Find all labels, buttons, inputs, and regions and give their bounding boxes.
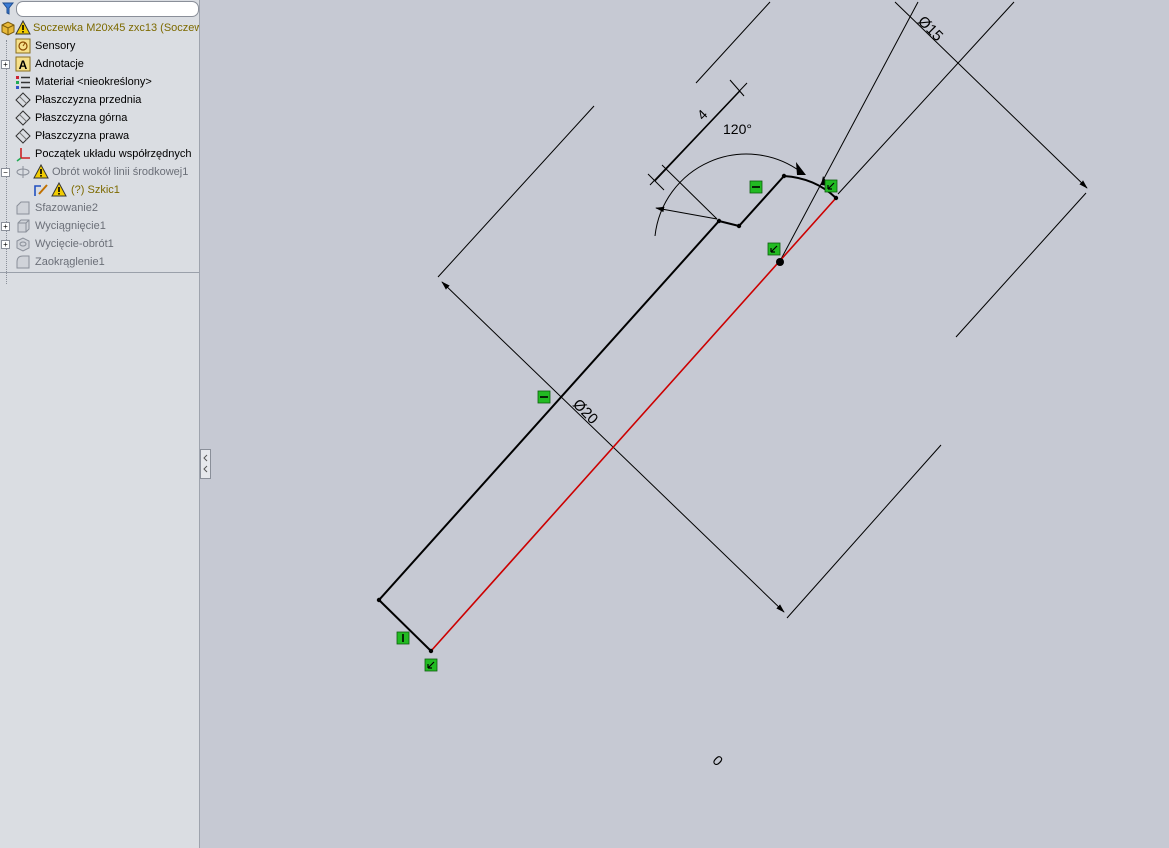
tree-item-label: Wyciągnięcie1 [35, 220, 106, 232]
tree-item-label: Wycięcie-obrót1 [35, 238, 114, 250]
sensor-icon [15, 38, 31, 54]
relation-icon[interactable] [396, 631, 410, 645]
dimension-line-4-tick [647, 173, 665, 191]
sketch-point[interactable] [781, 173, 787, 179]
feature-manager-panel: Soczewka M20x45 zxc13 (Soczew Sensory + … [0, 0, 200, 848]
warning-icon [15, 20, 31, 35]
tree-item-label: Sensory [35, 40, 76, 52]
tree-item-chamfer[interactable]: Sfazowanie2 [0, 199, 199, 217]
plane-icon [15, 110, 31, 126]
relation-icon[interactable] [749, 180, 763, 194]
tree-item-label: Obrót wokół linii środkowej1 [52, 166, 189, 178]
tree-item-plane-top[interactable]: Płaszczyzna górna [0, 109, 199, 127]
tree-item-revolve[interactable]: − Obrót wokół linii środkowej1 [0, 163, 199, 181]
sketch-point[interactable] [716, 218, 722, 224]
dimension-text-4[interactable]: 4 [694, 106, 711, 123]
expand-toggle[interactable]: + [1, 222, 10, 231]
tree-item-sketch[interactable]: (?) Szkic1 [0, 181, 199, 199]
tree-item-label: Sfazowanie2 [35, 202, 98, 214]
tree-item-adnotacje[interactable]: + A Adnotacje [0, 55, 199, 73]
tree-item-label: (?) Szkic1 [71, 184, 120, 196]
tree-item-origin[interactable]: Początek układu współrzędnych [0, 145, 199, 163]
relation-icon[interactable] [824, 179, 838, 193]
warning-icon [51, 182, 67, 197]
graphics-area[interactable]: 4 120° Ø15 Ø20 0 [201, 0, 1169, 848]
part-icon [1, 21, 15, 36]
filter-icon[interactable] [2, 2, 14, 15]
tree-item-label: Płaszczyzna górna [35, 112, 128, 124]
collapse-toggle[interactable]: − [1, 168, 10, 177]
feature-tree: Soczewka M20x45 zxc13 (Soczew Sensory + … [0, 19, 199, 284]
relation-icon[interactable] [767, 242, 781, 256]
tree-item-extrude[interactable]: + Wyciągnięcie1 [0, 217, 199, 235]
expand-toggle[interactable]: + [1, 240, 10, 249]
sketch-point[interactable] [736, 223, 742, 229]
extension-line [955, 192, 1087, 338]
tree-item-sensory[interactable]: Sensory [0, 37, 199, 55]
tree-root[interactable]: Soczewka M20x45 zxc13 (Soczew [0, 19, 199, 37]
plane-icon [15, 128, 31, 144]
extension-line [695, 1, 771, 84]
filter-bar [0, 0, 199, 17]
origin-icon [16, 148, 30, 162]
revolve-icon [16, 166, 30, 178]
revolve-cut-icon [16, 237, 30, 252]
tree-item-label: Adnotacje [35, 58, 84, 70]
fillet-icon [16, 255, 30, 269]
extension-line [437, 105, 595, 278]
tree-item-revolve-cut[interactable]: + Wycięcie-obrót1 [0, 235, 199, 253]
tree-item-label: Zaokrąglenie1 [35, 256, 105, 268]
sketch-point[interactable] [833, 195, 839, 201]
sketch-point-selected[interactable] [776, 258, 784, 266]
dimension-text-d15[interactable]: Ø15 [914, 13, 946, 45]
chamfer-icon [16, 201, 30, 215]
tree-item-label: Materiał <nieokreślony> [35, 76, 152, 88]
annotation-icon: A [15, 56, 31, 72]
sketch-icon [34, 184, 48, 196]
sketch-point[interactable] [376, 597, 382, 603]
sketch-point[interactable] [428, 648, 434, 654]
tree-item-plane-right[interactable]: Płaszczyzna prawa [0, 127, 199, 145]
expand-toggle[interactable]: + [1, 60, 10, 69]
extension-line [786, 444, 942, 619]
relation-icon[interactable] [424, 658, 438, 672]
warning-icon [33, 164, 49, 179]
plane-icon [15, 92, 31, 108]
angle-arrowhead [796, 162, 806, 175]
tree-root-label: Soczewka M20x45 zxc13 (Soczew [33, 22, 199, 34]
dimension-text-angle[interactable]: 120° [723, 121, 752, 137]
relation-icon[interactable] [537, 390, 551, 404]
tree-item-label: Płaszczyzna prawa [35, 130, 130, 142]
tree-item-material[interactable]: Materiał <nieokreślony> [0, 73, 199, 91]
svg-text:A: A [19, 58, 28, 72]
dimension-text-d20[interactable]: Ø20 [569, 396, 601, 428]
filter-input[interactable] [16, 1, 199, 17]
tree-item-plane-front[interactable]: Płaszczyzna przednia [0, 91, 199, 109]
extrude-icon [17, 219, 30, 233]
leader-line-d15 [779, 1, 919, 262]
material-icon [16, 76, 30, 89]
origin-label: 0 [710, 752, 727, 769]
tree-item-fillet[interactable]: Zaokrąglenie1 [0, 253, 199, 271]
tree-item-label: Płaszczyzna przednia [35, 94, 142, 106]
tree-item-label: Początek układu współrzędnych [35, 148, 192, 160]
tree-separator [0, 272, 199, 273]
sketch-centerline [430, 197, 837, 652]
